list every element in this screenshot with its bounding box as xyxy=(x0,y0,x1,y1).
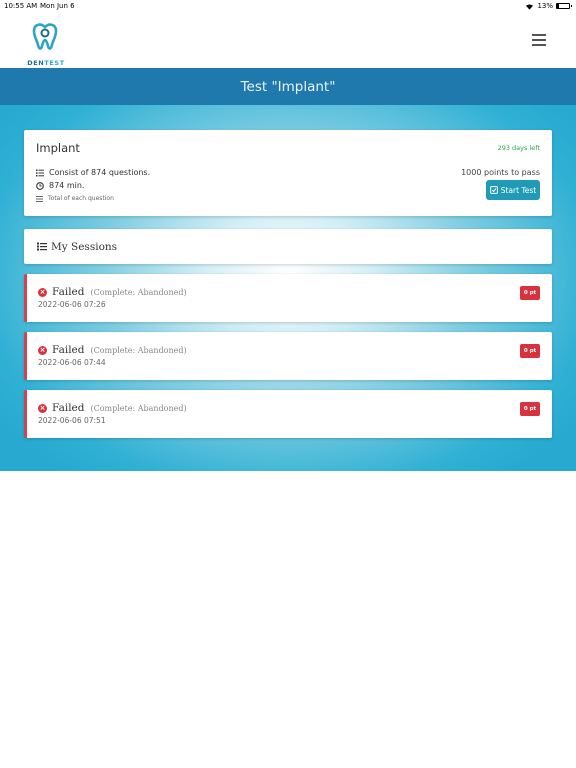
points-badge: 0 pt xyxy=(520,286,540,300)
points-badge: 0 pt xyxy=(520,402,540,416)
status-bar: 10:55 AM Mon Jun 6 13% xyxy=(0,0,576,13)
session-detail: (Complete: Abandoned) xyxy=(90,403,187,413)
session-detail: (Complete: Abandoned) xyxy=(90,345,187,355)
questions-text: Consist of 874 questions. xyxy=(49,168,151,177)
test-card: Implant 293 days left Consist of 874 que… xyxy=(24,130,552,216)
session-item[interactable]: × Failed (Complete: Abandoned) 2022-06-0… xyxy=(24,390,552,438)
battery-percent: 13% xyxy=(537,2,553,10)
status-date: Mon Jun 6 xyxy=(40,2,75,10)
tooth-logo-icon xyxy=(32,23,58,50)
session-status: × Failed (Complete: Abandoned) xyxy=(38,286,187,298)
points-to-pass: 1000 points to pass xyxy=(461,168,540,177)
failed-icon: × xyxy=(38,287,47,297)
list-icon xyxy=(36,169,44,176)
start-test-label: Start Test xyxy=(500,185,537,195)
app-header: DENTEST xyxy=(0,13,576,68)
test-name: Implant xyxy=(36,141,80,155)
page-title-bar: Test "Implant" xyxy=(0,68,576,105)
session-detail: (Complete: Abandoned) xyxy=(90,287,187,297)
check-square-icon xyxy=(489,186,498,194)
session-timestamp: 2022-06-06 07:51 xyxy=(38,416,106,425)
failed-icon: × xyxy=(38,345,47,355)
note-text: Total of each question xyxy=(48,195,114,202)
start-test-button[interactable]: Start Test xyxy=(486,180,540,200)
note-row: Total of each question xyxy=(36,195,114,202)
session-item[interactable]: × Failed (Complete: Abandoned) 2022-06-0… xyxy=(24,274,552,322)
page-title: Test "Implant" xyxy=(240,78,336,95)
session-item[interactable]: × Failed (Complete: Abandoned) 2022-06-0… xyxy=(24,332,552,380)
list-small-icon xyxy=(36,195,43,202)
session-status-text: Failed xyxy=(52,286,85,298)
duration-text: 874 min. xyxy=(49,181,85,190)
clock-icon xyxy=(36,181,44,190)
status-right: 13% xyxy=(525,2,572,10)
days-left: 293 days left xyxy=(497,144,540,152)
wifi-icon xyxy=(526,3,534,10)
sessions-title: My Sessions xyxy=(51,240,118,253)
points-badge: 0 pt xyxy=(520,344,540,358)
battery-icon xyxy=(556,3,572,9)
session-status: × Failed (Complete: Abandoned) xyxy=(38,344,187,356)
status-time: 10:55 AM xyxy=(4,2,38,10)
session-status: × Failed (Complete: Abandoned) xyxy=(38,402,187,414)
list-icon xyxy=(37,242,47,251)
session-status-text: Failed xyxy=(52,344,85,356)
logo[interactable]: DENTEST xyxy=(26,23,64,67)
sessions-header: My Sessions xyxy=(24,229,552,264)
duration-row: 874 min. xyxy=(36,181,84,190)
session-timestamp: 2022-06-06 07:26 xyxy=(38,300,106,309)
session-status-text: Failed xyxy=(52,402,85,414)
failed-icon: × xyxy=(38,403,47,413)
hamburger-menu-icon[interactable] xyxy=(532,34,546,46)
questions-row: Consist of 874 questions. xyxy=(36,168,150,177)
logo-text: DENTEST xyxy=(27,59,65,67)
session-timestamp: 2022-06-06 07:44 xyxy=(38,358,106,367)
